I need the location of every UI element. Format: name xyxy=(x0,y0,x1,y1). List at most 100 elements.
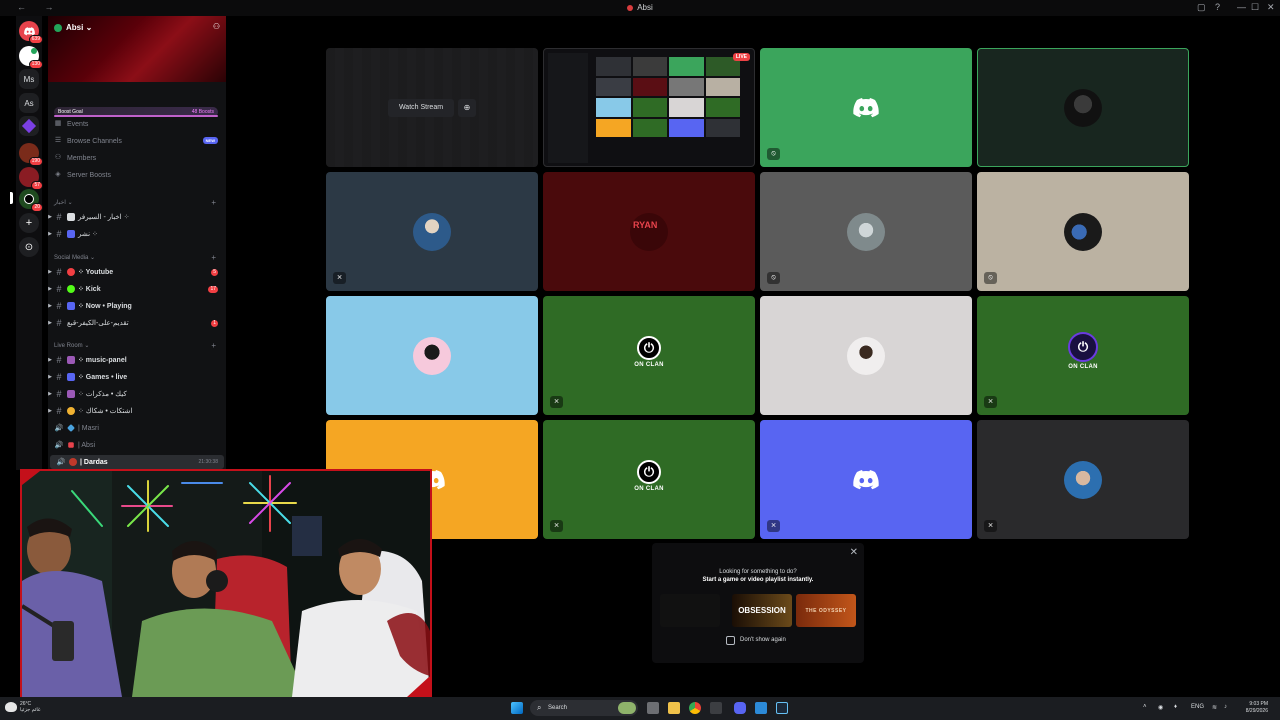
popup-subtitle: Start a game or video playlist instantly… xyxy=(702,577,814,583)
lang-indicator[interactable]: ENG xyxy=(1191,704,1204,710)
server-icon-ms[interactable]: Ms xyxy=(19,69,39,89)
participant-tile-3[interactable]: ⦸ xyxy=(760,48,972,167)
category-social[interactable]: Social Media ⌄ + xyxy=(54,253,220,262)
channel-label: ⁘ اشتكات • شكاك xyxy=(78,408,133,415)
channel-music-panel[interactable]: ▶ # ⁘ music-panel xyxy=(48,353,226,367)
participant-tile-5[interactable]: ⨯ xyxy=(326,172,538,291)
participant-tile-10[interactable]: ⏻ ON CLAN ⨯ xyxy=(543,296,755,415)
category-live[interactable]: Live Room ⌄ + xyxy=(54,341,220,350)
channel-now-playing[interactable]: ▶ # ⁘ Now • Playing xyxy=(48,299,226,313)
add-channel-icon[interactable]: + xyxy=(211,198,216,207)
diamond-icon xyxy=(21,118,37,134)
server-icon-as[interactable]: As xyxy=(19,93,39,113)
server-name-header[interactable]: Absi ⌄ xyxy=(54,23,92,32)
browse-channels-item[interactable]: ☰ Browse Channels NEW xyxy=(54,135,220,147)
server-icon-purple[interactable] xyxy=(19,116,39,136)
webcam-overlay xyxy=(20,469,432,699)
widgets-icon[interactable] xyxy=(618,702,636,714)
hash-icon: # xyxy=(56,284,62,294)
server-badge-8: 20 xyxy=(31,203,43,212)
activity-card-odyssey[interactable]: THE ODYSSEY xyxy=(796,594,856,627)
participant-tile-12[interactable]: ⏻ ON CLAN ⨯ xyxy=(977,296,1189,415)
hash-icon: # xyxy=(56,355,62,365)
close-window-button[interactable]: ✕ xyxy=(1267,2,1275,13)
stream-tile-1[interactable]: Watch Stream ⊕ xyxy=(326,48,538,167)
server-icon-1[interactable]: 130 xyxy=(19,46,43,69)
wifi-icon[interactable]: ≋ xyxy=(1212,704,1217,711)
zoom-icon[interactable]: ⊕ xyxy=(458,99,476,117)
start-icon[interactable] xyxy=(511,702,523,714)
hash-icon: # xyxy=(56,318,62,328)
muted-icon: ⨯ xyxy=(984,520,997,532)
participant-tile-7[interactable]: ⦸ xyxy=(760,172,972,291)
xbox-icon[interactable] xyxy=(710,702,722,714)
voice-channel-absi[interactable]: 🔊 | Absi xyxy=(48,438,226,452)
taskbar-clock[interactable]: 9:03 PM 8/29/2026 xyxy=(1246,701,1268,715)
participant-tile-9[interactable] xyxy=(326,296,538,415)
add-channel-icon[interactable]: + xyxy=(211,253,216,262)
participant-tile-6[interactable]: RYAN xyxy=(543,172,755,291)
activity-card-1[interactable] xyxy=(660,594,720,627)
events-item[interactable]: ▦ Events xyxy=(54,118,220,130)
server-icon-6[interactable]: 190 xyxy=(19,143,43,166)
unread-badge: 1 xyxy=(211,319,218,327)
inbox-icon[interactable]: ▢ xyxy=(1197,2,1206,13)
server-icon-7[interactable]: 57 xyxy=(19,167,43,190)
discord-window: ← → Absi ▢ ? — ☐ ✕ 639 130 Ms As 190 57 xyxy=(0,0,1280,720)
mic-icon[interactable]: ♦ xyxy=(1174,704,1177,710)
stream-tile-2[interactable]: LIVE xyxy=(543,48,755,167)
boost-goal-bar[interactable]: Boost Goal 48 Boosts xyxy=(54,107,218,117)
invite-people-icon[interactable]: ⚇ xyxy=(213,22,220,31)
app-icon[interactable] xyxy=(755,702,767,714)
muted-icon: ⨯ xyxy=(550,396,563,408)
window-title: Absi xyxy=(0,3,1280,12)
maximize-button[interactable]: ☐ xyxy=(1251,2,1259,13)
channel-kick[interactable]: ▶ # ⁘ Kick 17 xyxy=(48,282,226,296)
task-view-icon[interactable] xyxy=(647,702,659,714)
channel-news-1[interactable]: ▶ # اخبار - السيرفر ⁘ xyxy=(48,210,226,224)
steam-icon[interactable] xyxy=(776,702,788,714)
chrome-icon[interactable] xyxy=(689,702,701,714)
dont-show-label: Don't show again xyxy=(740,637,786,643)
volume-icon[interactable]: ♪ xyxy=(1224,704,1227,710)
avatar xyxy=(847,212,885,251)
ryan-logo-text: RYAN xyxy=(633,219,658,230)
participant-tile-11[interactable] xyxy=(760,296,972,415)
voice-channel-dardas[interactable]: 🔊 | Dardas 21:30:38 xyxy=(50,455,224,469)
channel-games-live[interactable]: ▶ # ⁘ Games • live xyxy=(48,370,226,384)
direct-messages-icon[interactable]: 639 xyxy=(19,21,43,44)
channel-complaints[interactable]: ▶ # ⁘ اشتكات • شكاك xyxy=(48,404,226,418)
channel-label: ⁘ Youtube xyxy=(78,269,114,276)
category-news[interactable]: اخبار ⌄ + xyxy=(54,198,220,207)
channel-kick-notes[interactable]: ▶ # ⁘ كيك • مذكرات xyxy=(48,387,226,401)
channel-youtube[interactable]: ▶ # ⁘ Youtube 5 xyxy=(48,265,226,279)
watch-stream-button[interactable]: Watch Stream xyxy=(388,99,454,117)
add-channel-icon[interactable]: + xyxy=(211,341,216,350)
voice-channel-masri[interactable]: 🔊 | Masri xyxy=(48,421,226,435)
server-icon-onclan[interactable]: 20 xyxy=(19,189,43,212)
file-explorer-icon[interactable] xyxy=(668,702,680,714)
channel-news-2[interactable]: ▶ # نشر ⁘ xyxy=(48,227,226,241)
help-icon[interactable]: ? xyxy=(1215,2,1220,12)
tray-chevron-icon[interactable]: ˄ xyxy=(1143,704,1147,710)
server-boosts-item[interactable]: ◈ Server Boosts xyxy=(54,169,220,181)
weather-widget[interactable]: 26°C غائم جزئيا xyxy=(20,701,41,713)
game-icon xyxy=(67,302,75,310)
members-item[interactable]: ⚇ Members xyxy=(54,152,220,164)
participant-tile-4[interactable] xyxy=(977,48,1189,167)
gem-icon xyxy=(67,424,75,432)
participant-tile-14[interactable]: ⏻ ON CLAN ⨯ xyxy=(543,420,755,539)
close-icon[interactable]: ✕ xyxy=(850,547,858,558)
activity-card-obsession[interactable]: OBSESSION xyxy=(732,594,792,627)
participant-tile-16[interactable]: ⨯ xyxy=(977,420,1189,539)
add-server-button[interactable]: + xyxy=(19,213,39,233)
participant-tile-8[interactable]: ⦸ xyxy=(977,172,1189,291)
minimize-button[interactable]: — xyxy=(1237,2,1246,12)
discover-icon[interactable]: ⊙ xyxy=(19,237,39,257)
discord-taskbar-icon[interactable] xyxy=(734,702,746,714)
network-icon[interactable]: ◉ xyxy=(1158,704,1163,711)
channel-apply[interactable]: ▶ # تقديم-على-الكيفر-قبع 1 xyxy=(48,316,226,330)
participant-tile-15[interactable]: ⨯ xyxy=(760,420,972,539)
nested-grid-preview xyxy=(596,57,740,137)
dont-show-checkbox[interactable] xyxy=(726,636,735,645)
